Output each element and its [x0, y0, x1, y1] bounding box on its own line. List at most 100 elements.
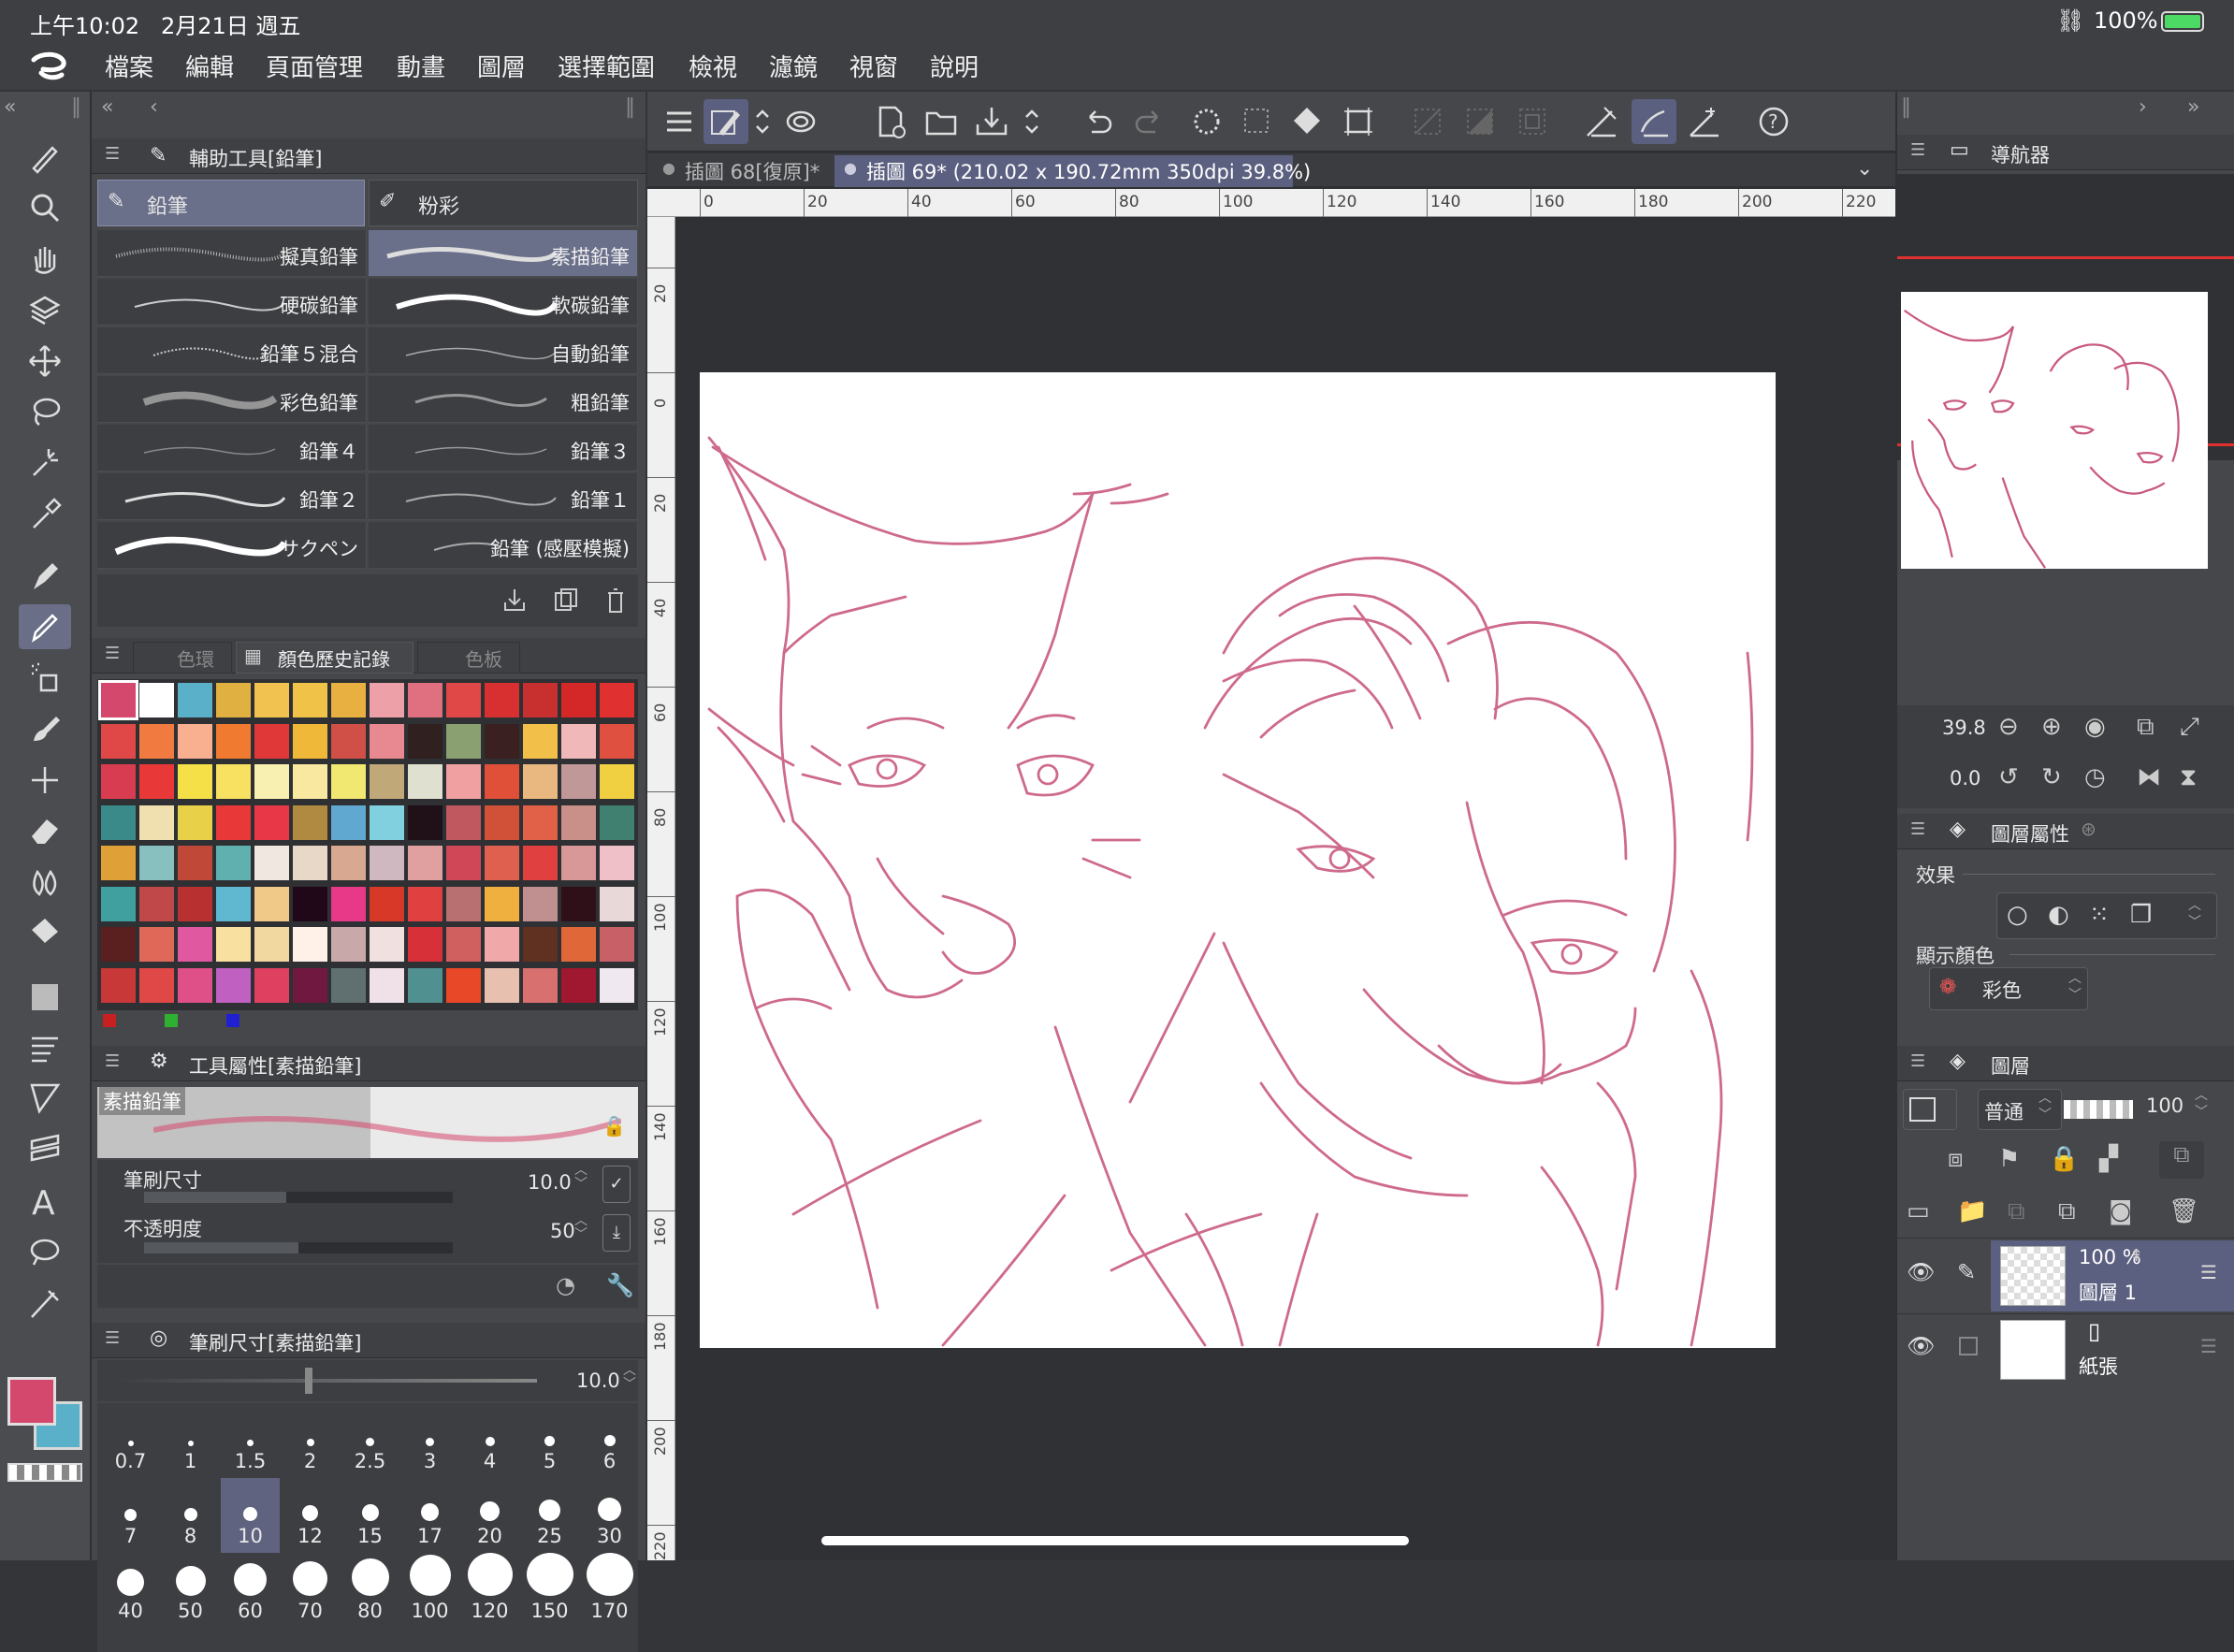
halftone-icon[interactable]: ⁙ [2089, 901, 2110, 929]
color-swatch[interactable] [293, 846, 327, 880]
loading-icon[interactable] [1184, 99, 1229, 144]
magic-wand-icon[interactable] [19, 440, 71, 485]
ruler-snap-icon[interactable] [1579, 99, 1624, 144]
opacity-slider[interactable] [144, 1242, 453, 1253]
tab-pencil[interactable]: ✎ 鉛筆 [97, 180, 365, 226]
color-swatch[interactable] [446, 967, 481, 1003]
color-swatch[interactable] [600, 683, 634, 717]
color-swatch[interactable] [600, 723, 634, 759]
color-swatch[interactable] [101, 723, 136, 759]
move-tool-icon[interactable] [19, 339, 71, 384]
menu-icon[interactable]: ☰ [105, 1328, 120, 1348]
transform-icon[interactable] [1336, 99, 1381, 144]
color-swatch[interactable] [216, 764, 251, 799]
color-swatch[interactable] [523, 967, 558, 1003]
blend-tool-icon[interactable] [19, 859, 71, 904]
undo-icon[interactable] [1076, 99, 1121, 144]
color-swatch[interactable] [370, 804, 404, 840]
color-swatch[interactable] [408, 764, 442, 799]
color-swatch[interactable] [331, 886, 366, 921]
collapse-icon[interactable]: « [101, 95, 113, 119]
lock-icon[interactable]: 🔓 [602, 1115, 626, 1138]
color-swatch[interactable] [101, 927, 136, 962]
color-swatch[interactable] [216, 886, 251, 921]
new-file-icon[interactable] [868, 99, 913, 144]
hand-tool-icon[interactable] [19, 238, 71, 283]
menu-help[interactable]: 說明 [930, 49, 979, 83]
color-swatch[interactable] [446, 723, 481, 759]
color-swatch[interactable] [561, 846, 596, 880]
color-swatch[interactable] [178, 927, 212, 962]
brush-size-option[interactable]: 2 [281, 1403, 340, 1478]
color-swatch[interactable] [485, 804, 519, 840]
actual-size-icon[interactable]: ⧉ [2137, 713, 2154, 742]
clear-selection-icon[interactable] [1235, 99, 1280, 144]
color-swatch[interactable] [408, 846, 442, 880]
color-swatch[interactable] [523, 804, 558, 840]
brush-size-option[interactable]: 0.7 [101, 1403, 160, 1478]
color-swatch[interactable] [178, 683, 212, 717]
brush-color-pencil[interactable]: 彩色鉛筆 [97, 376, 367, 423]
color-swatch[interactable] [293, 967, 327, 1003]
fit-window-icon[interactable]: ⤢ [2180, 713, 2199, 742]
checkbox-icon[interactable] [1959, 1337, 1978, 1355]
color-swatch[interactable] [408, 723, 442, 759]
figure-tool-icon[interactable] [19, 1025, 71, 1070]
stepper-icon[interactable]: ︿ ﹀ [2195, 1087, 2208, 1121]
reset-rotation-icon[interactable]: ◷ [2084, 763, 2106, 791]
eyedropper-icon[interactable] [19, 492, 71, 537]
brush-size-option[interactable]: 25 [520, 1478, 579, 1553]
color-swatch[interactable] [178, 846, 212, 880]
lock-transparency-icon[interactable]: ▞ [2099, 1145, 2118, 1173]
rotate-right-icon[interactable]: ↻ [2041, 763, 2062, 791]
layer-color-icon[interactable]: ❐ [2130, 901, 2152, 929]
brush-size-option[interactable]: 12 [281, 1478, 340, 1553]
color-swatch[interactable] [600, 764, 634, 799]
tab-color-history[interactable]: ▦ 顏色歷史記錄 [236, 642, 413, 674]
color-swatch[interactable] [216, 804, 251, 840]
color-swatch[interactable] [178, 967, 212, 1003]
download-icon[interactable]: ⤓ [602, 1214, 631, 1252]
lasso-tool-icon[interactable] [19, 389, 71, 434]
color-swatch[interactable] [370, 967, 404, 1003]
tab-document-69[interactable]: ● 插圖 69* (210.02 x 190.72mm 350dpi 39.8%… [834, 155, 1311, 187]
color-swatch[interactable] [293, 764, 327, 799]
color-swatch[interactable] [101, 764, 136, 799]
color-swatch[interactable] [254, 723, 289, 759]
size-value[interactable]: 10.0 [576, 1369, 620, 1392]
color-swatch[interactable] [600, 927, 634, 962]
wrench-icon[interactable]: 🔧 [606, 1272, 634, 1298]
layer-menu-icon[interactable]: ☰ [2200, 1261, 2217, 1283]
brush-size-option[interactable]: 17 [400, 1478, 459, 1553]
search-layer-icon[interactable]: ⊛ [2081, 818, 2096, 840]
menu-edit[interactable]: 編輯 [185, 49, 234, 83]
brush-size-option[interactable]: 50 [161, 1553, 220, 1628]
menu-layer[interactable]: 圖層 [477, 49, 526, 83]
expand-icon[interactable] [1018, 99, 1046, 144]
color-swatch[interactable] [485, 886, 519, 921]
color-swatch[interactable] [370, 886, 404, 921]
duplicate-icon[interactable] [550, 586, 580, 616]
color-swatch[interactable] [523, 683, 558, 717]
menu-icon[interactable]: ☰ [1910, 1051, 1925, 1071]
reference-layer-icon[interactable]: ⚑ [1998, 1145, 2020, 1173]
color-swatch[interactable] [178, 804, 212, 840]
menu-icon[interactable]: ☰ [1910, 140, 1925, 160]
eye-icon[interactable]: 👁 [1907, 1259, 1935, 1285]
swirl-icon[interactable] [778, 99, 823, 144]
merge-down-icon[interactable]: ⧉ [2008, 1197, 2025, 1226]
color-swatch[interactable] [216, 967, 251, 1003]
color-swatch[interactable] [485, 764, 519, 799]
brush-size-option[interactable]: 170 [580, 1553, 639, 1628]
opacity-value[interactable]: 50 [550, 1220, 575, 1242]
balloon-tool-icon[interactable] [19, 1229, 71, 1274]
flip-horizontal-icon[interactable]: ⧓ [2137, 763, 2161, 791]
quick-access-icon[interactable] [704, 99, 748, 144]
new-folder-icon[interactable]: 📁 [1957, 1197, 1987, 1225]
stepper-icon[interactable]: ︿ ﹀ [2038, 1090, 2052, 1123]
hamburger-menu-icon[interactable] [657, 99, 702, 144]
color-swatch[interactable] [139, 723, 174, 759]
airbrush-icon[interactable] [19, 655, 71, 700]
color-swatch[interactable] [139, 927, 174, 962]
edit-pen-icon[interactable]: ✎ [1957, 1259, 1976, 1285]
